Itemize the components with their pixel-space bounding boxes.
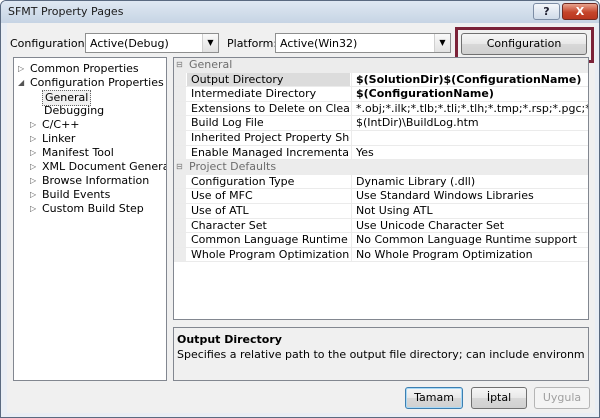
row-gutter: [174, 233, 186, 247]
property-value[interactable]: Not Using ATL: [351, 204, 588, 218]
row-gutter: [174, 101, 186, 116]
ok-button[interactable]: Tamam: [405, 387, 463, 409]
category-general[interactable]: ⊟ General: [174, 58, 588, 73]
property-value[interactable]: $(IntDir)\BuildLog.htm: [351, 116, 588, 130]
property-name: Build Log File: [191, 116, 264, 130]
category-title: Project Defaults: [189, 160, 277, 174]
expand-icon[interactable]: ▷: [30, 146, 40, 160]
expand-icon[interactable]: ▷: [30, 174, 40, 188]
row-gutter: [174, 218, 186, 233]
platform-select[interactable]: Active(Win32) ▼: [275, 33, 451, 53]
configuration-manager-button[interactable]: Configuration Manager...: [461, 33, 587, 70]
dialog-client: Configuration: Active(Debug) ▼ Platform:…: [7, 23, 595, 413]
property-row-whole-program-optimization[interactable]: Whole Program Optimization No Whole Prog…: [174, 247, 588, 263]
configuration-label: Configuration:: [10, 37, 89, 50]
property-value[interactable]: *.obj;*.ilk;*.tlb;*.tli;*.tlh;*.tmp;*.rs…: [351, 101, 588, 116]
chevron-down-icon[interactable]: ▼: [202, 34, 218, 52]
property-row-clr-support[interactable]: Common Language Runtime support No Commo…: [174, 233, 588, 248]
close-button[interactable]: X: [562, 3, 598, 20]
tree-item-label: Linker: [42, 132, 76, 145]
property-row-character-set[interactable]: Character Set Use Unicode Character Set: [174, 218, 588, 234]
row-gutter: [174, 87, 186, 101]
row-gutter: [174, 174, 186, 189]
apply-button[interactable]: Uygula: [534, 387, 590, 409]
expand-icon[interactable]: ▷: [30, 132, 40, 146]
property-name: Whole Program Optimization: [191, 247, 350, 261]
row-gutter: [174, 189, 186, 203]
property-name: Configuration Type: [191, 174, 295, 188]
tree-item-label: Common Properties: [30, 62, 139, 75]
property-name: Use of ATL: [191, 204, 249, 217]
tree-item-label: Debugging: [44, 104, 105, 117]
tree-item-label: Custom Build Step: [42, 202, 144, 215]
property-name: Extensions to Delete on Clean: [191, 101, 350, 115]
property-name: Character Set: [191, 218, 267, 232]
expand-icon[interactable]: ▷: [18, 62, 28, 76]
collapse-icon[interactable]: ⊟: [176, 58, 183, 72]
configuration-select[interactable]: Active(Debug) ▼: [85, 33, 219, 53]
row-gutter: [174, 72, 186, 87]
row-gutter: [174, 204, 186, 218]
tree-item-label: Configuration Properties: [30, 76, 164, 89]
collapse-icon[interactable]: ⊟: [176, 160, 183, 174]
cancel-button[interactable]: İptal: [471, 387, 527, 409]
property-row-build-log-file[interactable]: Build Log File $(IntDir)\BuildLog.htm: [174, 116, 588, 131]
property-row-intermediate-directory[interactable]: Intermediate Directory $(ConfigurationNa…: [174, 87, 588, 102]
title-bar[interactable]: SFMT Property Pages ? X: [1, 1, 599, 23]
tree-item-label: Manifest Tool: [42, 146, 114, 159]
expand-icon[interactable]: ▷: [30, 118, 40, 132]
property-value[interactable]: $(ConfigurationName): [351, 87, 588, 101]
description-panel: Output Directory Specifies a relative pa…: [173, 327, 589, 381]
property-name: Output Directory: [187, 72, 350, 87]
tree-item-label: Browse Information: [42, 174, 150, 187]
property-name: Intermediate Directory: [191, 87, 317, 101]
property-row-use-of-atl[interactable]: Use of ATL Not Using ATL: [174, 204, 588, 219]
property-value[interactable]: $(SolutionDir)$(ConfigurationName): [351, 72, 588, 87]
row-gutter: [174, 131, 186, 145]
row-gutter: [174, 116, 186, 130]
expand-icon[interactable]: ▷: [30, 202, 40, 216]
property-name: Use of MFC: [191, 189, 253, 203]
property-row-output-directory[interactable]: Output Directory $(SolutionDir)$(Configu…: [174, 72, 588, 88]
platform-value: Active(Win32): [280, 37, 358, 50]
property-name: Inherited Project Property Sheets: [191, 131, 350, 144]
property-tree[interactable]: ▷ Common Properties ◢ Configuration Prop…: [13, 57, 167, 381]
window-title: SFMT Property Pages: [8, 5, 124, 18]
property-value[interactable]: No Common Language Runtime support: [351, 233, 588, 247]
tree-item-label: Build Events: [42, 188, 111, 201]
row-gutter: [174, 145, 186, 160]
platform-label: Platform:: [227, 37, 278, 50]
property-value[interactable]: [351, 131, 588, 145]
chevron-down-icon[interactable]: ▼: [434, 34, 450, 52]
help-button[interactable]: ?: [533, 3, 560, 20]
tree-item-label: C/C++: [42, 118, 80, 131]
property-row-configuration-type[interactable]: Configuration Type Dynamic Library (.dll…: [174, 174, 588, 190]
property-row-managed-incremental-build[interactable]: Enable Managed Incremental Build Yes: [174, 145, 588, 161]
property-row-inherited-property-sheets[interactable]: Inherited Project Property Sheets: [174, 131, 588, 146]
category-project-defaults[interactable]: ⊟ Project Defaults: [174, 160, 588, 175]
collapse-icon[interactable]: ◢: [18, 76, 28, 90]
property-row-use-of-mfc[interactable]: Use of MFC Use Standard Windows Librarie…: [174, 189, 588, 204]
property-pages-window: SFMT Property Pages ? X Configuration: A…: [0, 0, 600, 418]
property-value[interactable]: Use Standard Windows Libraries: [351, 189, 588, 203]
property-name: Common Language Runtime support: [191, 233, 350, 247]
property-value[interactable]: Use Unicode Character Set: [351, 218, 588, 233]
property-value[interactable]: No Whole Program Optimization: [351, 247, 588, 262]
property-value[interactable]: Dynamic Library (.dll): [351, 174, 588, 189]
expand-icon[interactable]: ▷: [30, 160, 40, 174]
row-gutter: [174, 247, 186, 262]
category-title: General: [189, 58, 233, 71]
description-title: Output Directory: [177, 333, 282, 346]
tree-item-label: XML Document Generator: [42, 160, 166, 173]
property-name: Enable Managed Incremental Build: [191, 145, 350, 159]
property-grid[interactable]: ⊟ General Output Directory $(SolutionDir…: [173, 57, 589, 320]
property-value[interactable]: Yes: [351, 145, 588, 160]
expand-icon[interactable]: ▷: [30, 188, 40, 202]
description-text: Specifies a relative path to the output …: [177, 348, 585, 361]
configuration-value: Active(Debug): [90, 37, 169, 50]
property-row-extensions-to-delete[interactable]: Extensions to Delete on Clean *.obj;*.il…: [174, 101, 588, 117]
